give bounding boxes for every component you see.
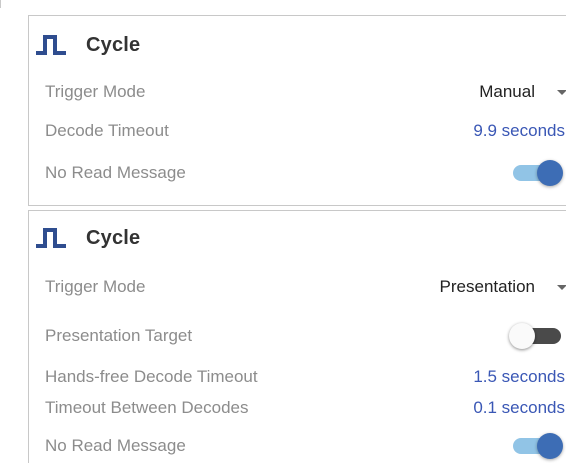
no-read-message-row: No Read Message <box>45 433 566 459</box>
presentation-target-toggle[interactable] <box>507 323 563 349</box>
no-read-message-row: No Read Message <box>45 160 566 186</box>
timeout-between-decodes-row: Timeout Between Decodes 0.1 seconds <box>45 395 566 421</box>
cycle-panel-presentation: Cycle Trigger Mode Presentation Presenta… <box>28 210 566 463</box>
decode-timeout-value[interactable]: 9.9 seconds <box>473 118 565 144</box>
panel-header: Cycle <box>36 30 140 60</box>
toggle-knob <box>509 323 535 349</box>
panel-title: Cycle <box>86 33 141 56</box>
decode-timeout-row: Decode Timeout 9.9 seconds <box>45 118 566 144</box>
chevron-down-icon <box>557 89 566 95</box>
timeout-between-decodes-value[interactable]: 0.1 seconds <box>473 395 565 421</box>
hands-free-decode-timeout-row: Hands-free Decode Timeout 1.5 seconds <box>45 364 566 390</box>
trigger-mode-select[interactable]: Manual <box>479 79 566 105</box>
cycle-settings-page: Cycle Trigger Mode Manual Decode Timeout… <box>0 0 566 463</box>
hands-free-decode-timeout-value[interactable]: 1.5 seconds <box>473 364 565 390</box>
no-read-message-toggle[interactable] <box>507 160 563 186</box>
panel-header: Cycle <box>36 223 140 253</box>
presentation-target-label: Presentation Target <box>45 326 193 345</box>
cycle-panel-manual: Cycle Trigger Mode Manual Decode Timeout… <box>28 15 566 206</box>
timeout-between-decodes-label: Timeout Between Decodes <box>45 398 249 417</box>
hands-free-decode-timeout-label: Hands-free Decode Timeout <box>45 367 258 386</box>
trigger-mode-label: Trigger Mode <box>45 277 146 296</box>
toggle-knob <box>537 160 563 186</box>
trigger-mode-value: Manual <box>479 82 535 101</box>
pulse-wave-icon <box>36 33 68 57</box>
panel-title: Cycle <box>86 226 141 249</box>
trigger-mode-row: Trigger Mode Presentation <box>45 274 566 300</box>
no-read-message-label: No Read Message <box>45 436 186 455</box>
decode-timeout-label: Decode Timeout <box>45 121 169 140</box>
pulse-wave-icon <box>36 226 68 250</box>
trigger-mode-select[interactable]: Presentation <box>440 274 566 300</box>
chevron-down-icon <box>557 284 566 290</box>
no-read-message-toggle[interactable] <box>507 433 563 459</box>
trigger-mode-row: Trigger Mode Manual <box>45 79 566 105</box>
toggle-knob <box>537 433 563 459</box>
presentation-target-row: Presentation Target <box>45 323 566 349</box>
trigger-mode-value: Presentation <box>439 277 535 296</box>
no-read-message-label: No Read Message <box>45 163 186 182</box>
divider <box>0 0 9 8</box>
trigger-mode-label: Trigger Mode <box>45 82 146 101</box>
